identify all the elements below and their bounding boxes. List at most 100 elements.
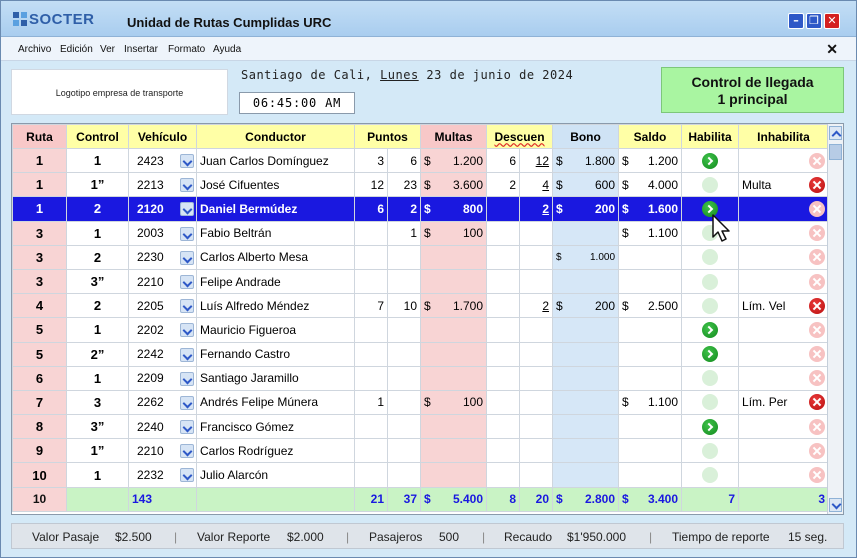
vehicle-select[interactable]: 2202 [128, 317, 197, 343]
disable-x-icon[interactable] [809, 176, 826, 193]
vehicle-select[interactable]: 2120 [128, 196, 197, 222]
maximize-button[interactable]: ❐ [806, 13, 822, 29]
chevron-down-icon[interactable] [180, 226, 194, 241]
chevron-down-icon[interactable] [180, 202, 194, 217]
menu-archivo[interactable]: Archivo [18, 44, 51, 55]
menu-ver[interactable]: Ver [100, 44, 115, 55]
chevron-down-icon[interactable] [180, 468, 194, 483]
disable-x-icon[interactable] [809, 297, 826, 314]
table-row[interactable]: 6 1 2209 Santiago Jaramillo [12, 365, 830, 391]
col-control[interactable]: Control [66, 124, 129, 149]
enable-arrow-icon[interactable] [702, 346, 719, 363]
conductor-cell: José Cifuentes [196, 172, 355, 198]
enable-arrow-icon[interactable] [702, 418, 719, 435]
enable-arrow-icon[interactable] [702, 394, 719, 411]
total-multas-amount: $5.400 [424, 492, 483, 506]
table-row[interactable]: 5 2” 2242 Fernando Castro [12, 341, 830, 367]
chevron-down-icon[interactable] [180, 347, 194, 362]
time-field[interactable]: 06:45:00 AM [239, 92, 355, 114]
vehicle-select[interactable]: 2240 [128, 414, 197, 440]
disable-x-icon[interactable] [809, 442, 826, 459]
disable-x-icon[interactable] [809, 200, 826, 217]
disable-x-icon[interactable] [809, 321, 826, 338]
disable-x-icon[interactable] [809, 225, 826, 242]
vehicle-select[interactable]: 2210 [128, 438, 197, 464]
vehicle-select[interactable]: 2210 [128, 268, 197, 295]
chevron-down-icon[interactable] [180, 371, 194, 386]
col-conductor[interactable]: Conductor [196, 124, 355, 149]
table-row[interactable]: 3 2 2230 Carlos Alberto Mesa $1.000 [12, 244, 830, 270]
col-inhabilita[interactable]: Inhabilita [738, 124, 830, 149]
enable-arrow-icon[interactable] [702, 249, 719, 266]
vehicle-select[interactable]: 2213 [128, 172, 197, 198]
enable-arrow-icon[interactable] [702, 442, 719, 459]
table-row[interactable]: 1 1” 2213 José Cifuentes 12 23 $3.600 2 4 $600 $4.… [12, 172, 830, 198]
chevron-down-icon[interactable] [180, 444, 194, 459]
disable-x-icon[interactable] [809, 467, 826, 484]
vehicle-select[interactable]: 2230 [128, 244, 197, 270]
col-multas[interactable]: Multas [420, 124, 488, 149]
enable-arrow-icon[interactable] [702, 273, 719, 290]
disable-x-icon[interactable] [809, 418, 826, 435]
col-bono[interactable]: Bono [552, 124, 620, 149]
menu-insertar[interactable]: Insertar [124, 44, 158, 55]
scroll-thumb[interactable] [829, 144, 842, 160]
minimize-button[interactable]: – [788, 13, 804, 29]
chevron-down-icon[interactable] [180, 154, 194, 168]
col-habilita[interactable]: Habilita [681, 124, 740, 149]
vehicle-select[interactable]: 2423 [128, 147, 197, 174]
vehicle-select[interactable]: 2003 [128, 220, 197, 246]
table-row[interactable]: 4 2 2205 Luís Alfredo Méndez 7 10 $1.700 2 $200 $… [12, 293, 830, 319]
points-total-cell [386, 268, 422, 295]
enable-arrow-icon[interactable] [702, 370, 719, 387]
chevron-down-icon[interactable] [180, 395, 194, 410]
table-row[interactable]: 8 3” 2240 Francisco Gómez [12, 414, 830, 440]
vehicle-select[interactable]: 2242 [128, 341, 197, 367]
document-close-icon[interactable]: ✕ [826, 41, 838, 58]
scroll-up-icon[interactable] [829, 126, 842, 140]
enable-arrow-icon[interactable] [702, 467, 719, 484]
enable-arrow-icon[interactable] [702, 176, 719, 193]
enable-arrow-icon[interactable] [702, 152, 719, 169]
vehicle-select[interactable]: 2232 [128, 462, 197, 488]
disable-x-icon[interactable] [809, 273, 826, 290]
col-descuen[interactable]: Descuen [486, 124, 554, 149]
chevron-down-icon[interactable] [180, 420, 194, 435]
close-window-button[interactable]: ✕ [824, 13, 840, 29]
col-saldo[interactable]: Saldo [618, 124, 683, 149]
currency-symbol: $ [622, 226, 629, 241]
table-row[interactable]: 1 2 2120 Daniel Bermúdez 6 2 $800 2 $200 $1.600 [12, 196, 830, 222]
col-puntos[interactable]: Puntos [353, 124, 422, 149]
scroll-down-icon[interactable] [829, 498, 842, 512]
table-row[interactable]: 7 3 2262 Andrés Felipe Múnera 1 $100 $1.100 Lím… [12, 389, 830, 416]
chevron-down-icon[interactable] [180, 250, 194, 265]
table-row[interactable]: 10 1 2232 Julio Alarcón [12, 462, 830, 488]
disable-x-icon[interactable] [809, 152, 826, 169]
vehicle-select[interactable]: 2205 [128, 293, 197, 319]
menu-edicion[interactable]: Edición [60, 44, 93, 55]
disable-x-icon[interactable] [809, 370, 826, 387]
menu-ayuda[interactable]: Ayuda [213, 44, 241, 55]
multa-value: 1.200 [452, 153, 484, 168]
table-row[interactable]: 3 1 2003 Fabio Beltrán 1 $100 $1.100 [12, 220, 830, 246]
col-vehiculo[interactable]: Vehículo [128, 124, 197, 149]
table-row[interactable]: 1 1 2423 Juan Carlos Domínguez 3 6 $1.200 6 12 $1… [12, 147, 830, 174]
table-row[interactable]: 3 3” 2210 Felipe Andrade [12, 268, 830, 295]
enable-arrow-icon[interactable] [702, 297, 719, 314]
table-row[interactable]: 9 1” 2210 Carlos Rodríguez [12, 438, 830, 464]
enable-arrow-icon[interactable] [702, 321, 719, 338]
vertical-scrollbar[interactable] [827, 124, 843, 514]
bono-value: 1.000 [589, 251, 616, 263]
disable-x-icon[interactable] [809, 249, 826, 266]
vehicle-select[interactable]: 2209 [128, 365, 197, 391]
disable-x-icon[interactable] [809, 346, 826, 363]
col-ruta[interactable]: Ruta [12, 124, 67, 149]
chevron-down-icon[interactable] [180, 274, 194, 289]
chevron-down-icon[interactable] [180, 178, 194, 193]
chevron-down-icon[interactable] [180, 323, 194, 338]
vehicle-select[interactable]: 2262 [128, 389, 197, 416]
disable-x-icon[interactable] [809, 394, 826, 411]
chevron-down-icon[interactable] [180, 299, 194, 314]
menu-formato[interactable]: Formato [168, 44, 205, 55]
table-row[interactable]: 5 1 2202 Mauricio Figueroa [12, 317, 830, 343]
